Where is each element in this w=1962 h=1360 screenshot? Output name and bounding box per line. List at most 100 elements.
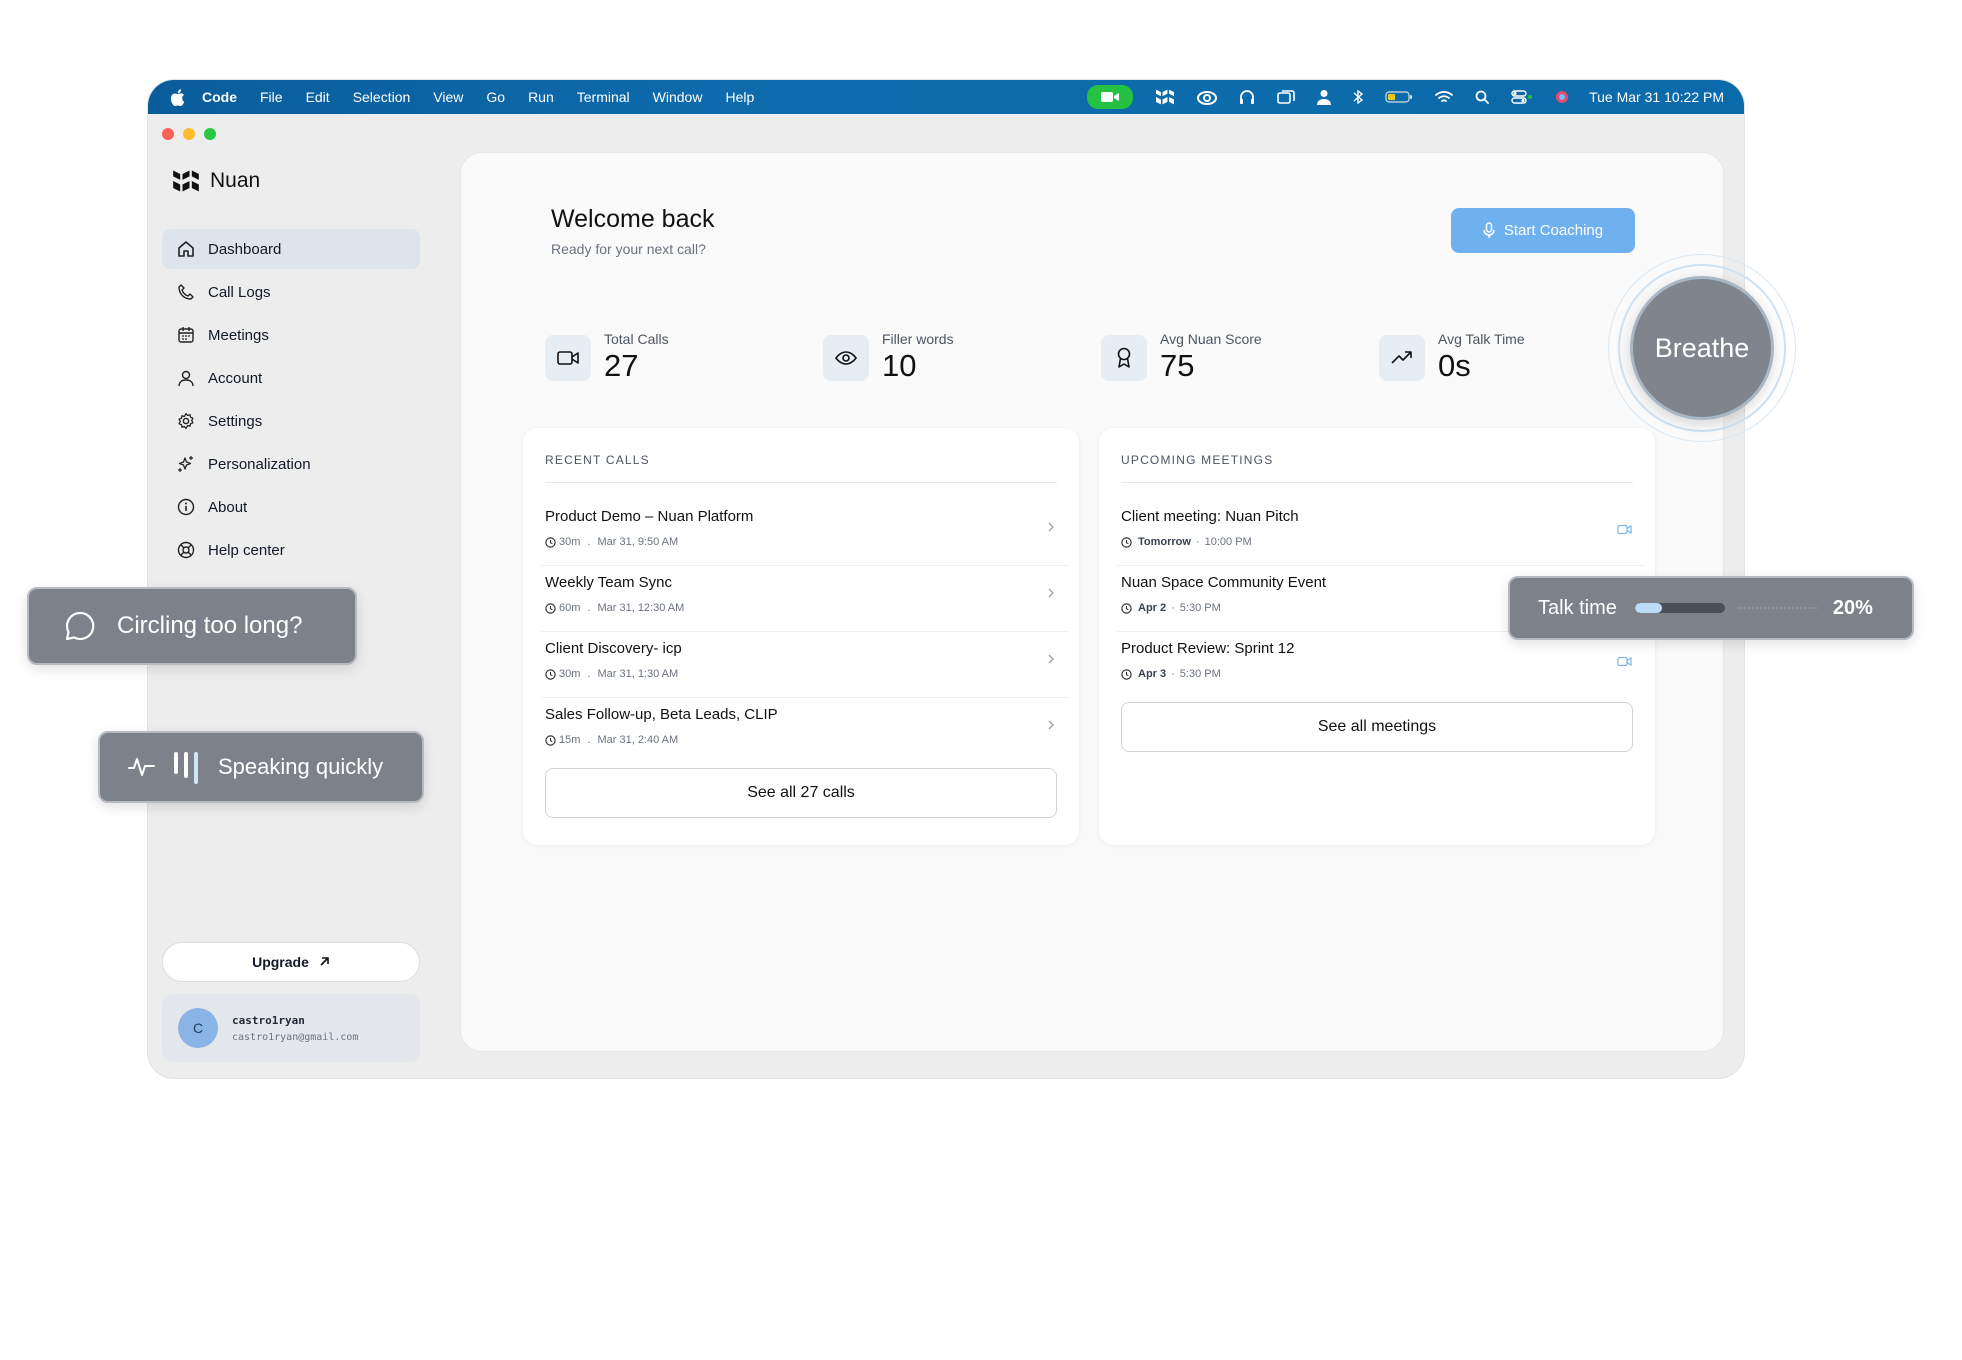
sidebar-nav: Dashboard Call Logs Meetings Account Set… bbox=[162, 229, 420, 573]
facetime-icon[interactable] bbox=[1087, 85, 1134, 109]
clock-icon bbox=[545, 536, 556, 548]
avatar: C bbox=[178, 1008, 218, 1048]
call-row[interactable]: Client Discovery- icp 30m . Mar 31, 1:30… bbox=[541, 632, 1069, 698]
zoom-window-button[interactable] bbox=[204, 128, 216, 140]
sidebar-item-help-center[interactable]: Help center bbox=[162, 530, 420, 570]
sidebar-item-label: Settings bbox=[208, 412, 263, 430]
user-status-icon[interactable] bbox=[1317, 89, 1332, 105]
app-name: Nuan bbox=[210, 169, 261, 192]
call-row[interactable]: Sales Follow-up, Beta Leads, CLIP 15m . … bbox=[541, 698, 1069, 764]
page-title: Welcome back bbox=[551, 205, 715, 233]
menu-selection[interactable]: Selection bbox=[353, 89, 411, 105]
video-icon bbox=[545, 335, 591, 381]
creative-cloud-icon[interactable] bbox=[1197, 89, 1218, 105]
clock-icon bbox=[1121, 536, 1132, 548]
sidebar-item-personalization[interactable]: Personalization bbox=[162, 444, 420, 484]
chevron-right-icon bbox=[1047, 520, 1055, 538]
sidebar-item-label: Dashboard bbox=[208, 240, 282, 258]
control-center-icon[interactable] bbox=[1511, 90, 1533, 104]
user-email: castro1ryan@gmail.com bbox=[232, 1031, 359, 1043]
menu-file[interactable]: File bbox=[260, 89, 283, 105]
sidebar-item-dashboard[interactable]: Dashboard bbox=[162, 229, 420, 269]
sidebar-item-about[interactable]: About bbox=[162, 487, 420, 527]
stat-label: Avg Nuan Score bbox=[1160, 331, 1262, 347]
window-controls bbox=[162, 128, 225, 140]
upgrade-label: Upgrade bbox=[252, 954, 309, 970]
screens-icon[interactable] bbox=[1277, 89, 1295, 105]
divider bbox=[1121, 482, 1633, 483]
stat-label: Avg Talk Time bbox=[1438, 331, 1525, 347]
see-all-calls-button[interactable]: See all 27 calls bbox=[545, 768, 1057, 818]
clock-icon bbox=[1121, 602, 1132, 614]
card-title: RECENT CALLS bbox=[545, 453, 650, 467]
upgrade-button[interactable]: Upgrade bbox=[162, 942, 420, 982]
lifebuoy-icon bbox=[176, 540, 196, 560]
meeting-title: Client meeting: Nuan Pitch bbox=[1121, 508, 1299, 525]
start-coaching-button[interactable]: Start Coaching bbox=[1451, 208, 1635, 253]
menu-view[interactable]: View bbox=[433, 89, 463, 105]
menu-bar-clock[interactable]: Tue Mar 31 10:22 PM bbox=[1589, 89, 1724, 105]
sidebar-item-label: About bbox=[208, 498, 248, 516]
call-row[interactable]: Weekly Team Sync 60m . Mar 31, 12:30 AM bbox=[541, 566, 1069, 632]
stat-total-calls: Total Calls 27 bbox=[545, 331, 669, 383]
talk-time-indicator: Talk time 20% bbox=[1508, 576, 1914, 640]
toast-text: Speaking quickly bbox=[218, 754, 384, 779]
see-all-meetings-button[interactable]: See all meetings bbox=[1121, 702, 1633, 752]
bluetooth-icon[interactable] bbox=[1353, 89, 1364, 105]
user-profile-card[interactable]: C castro1ryan castro1ryan@gmail.com bbox=[162, 994, 420, 1062]
talk-time-percentage: 20% bbox=[1832, 596, 1873, 619]
video-icon[interactable] bbox=[1617, 656, 1633, 667]
sidebar-item-settings[interactable]: Settings bbox=[162, 401, 420, 441]
menu-window[interactable]: Window bbox=[653, 89, 703, 105]
sidebar-item-call-logs[interactable]: Call Logs bbox=[162, 272, 420, 312]
battery-icon[interactable] bbox=[1385, 90, 1413, 104]
apple-icon[interactable] bbox=[170, 88, 186, 106]
stat-value: 10 bbox=[882, 348, 917, 383]
trending-up-icon bbox=[1379, 335, 1425, 381]
close-window-button[interactable] bbox=[162, 128, 174, 140]
sidebar-item-meetings[interactable]: Meetings bbox=[162, 315, 420, 355]
meeting-time: 10:00 PM bbox=[1204, 536, 1252, 548]
minimize-window-button[interactable] bbox=[183, 128, 195, 140]
call-duration: 60m bbox=[559, 602, 581, 614]
wifi-icon[interactable] bbox=[1435, 90, 1454, 104]
circling-too-long-toast: Circling too long? bbox=[27, 587, 357, 665]
video-icon[interactable] bbox=[1617, 524, 1633, 535]
sidebar-item-label: Account bbox=[208, 369, 263, 387]
sidebar-item-account[interactable]: Account bbox=[162, 358, 420, 398]
meeting-row[interactable]: Product Review: Sprint 12 Apr 3 · 5:30 P… bbox=[1117, 632, 1645, 698]
stat-value: 27 bbox=[604, 348, 639, 383]
speech-bubble-icon bbox=[63, 609, 97, 643]
meeting-row[interactable]: Client meeting: Nuan Pitch Tomorrow · 10… bbox=[1117, 500, 1645, 566]
call-duration: 30m bbox=[559, 668, 581, 680]
menu-edit[interactable]: Edit bbox=[306, 89, 330, 105]
menu-terminal[interactable]: Terminal bbox=[577, 89, 630, 105]
nuan-logo-icon[interactable] bbox=[1155, 88, 1175, 106]
call-date: Mar 31, 1:30 AM bbox=[597, 668, 679, 680]
menu-go[interactable]: Go bbox=[486, 89, 505, 105]
call-row[interactable]: Product Demo – Nuan Platform 30m . Mar 3… bbox=[541, 500, 1069, 566]
menu-run[interactable]: Run bbox=[528, 89, 554, 105]
call-title: Client Discovery- icp bbox=[545, 640, 682, 657]
menu-code[interactable]: Code bbox=[202, 89, 237, 105]
meta-separator: . bbox=[587, 734, 591, 746]
talk-time-track-dots bbox=[1736, 607, 1817, 609]
menu-bar: Code File Edit Selection View Go Run Ter… bbox=[148, 80, 1744, 114]
clock-icon bbox=[545, 602, 556, 614]
call-title: Product Demo – Nuan Platform bbox=[545, 508, 754, 525]
siri-icon[interactable] bbox=[1555, 90, 1569, 104]
headphones-icon[interactable] bbox=[1239, 89, 1255, 105]
sidebar-item-label: Personalization bbox=[208, 455, 311, 473]
meta-separator: . bbox=[587, 602, 591, 614]
meeting-day: Apr 3 bbox=[1138, 668, 1167, 680]
menu-help[interactable]: Help bbox=[725, 89, 754, 105]
menu-bar-status: Tue Mar 31 10:22 PM bbox=[1065, 80, 1724, 114]
sidebar-item-label: Meetings bbox=[208, 326, 269, 344]
meeting-title: Nuan Space Community Event bbox=[1121, 574, 1327, 591]
call-date: Mar 31, 9:50 AM bbox=[597, 536, 679, 548]
call-duration: 30m bbox=[559, 536, 581, 548]
spotlight-search-icon[interactable] bbox=[1475, 90, 1490, 104]
call-duration: 15m bbox=[559, 734, 581, 746]
breathe-bubble: Breathe bbox=[1630, 276, 1774, 420]
speaking-quickly-toast: Speaking quickly bbox=[98, 731, 424, 803]
